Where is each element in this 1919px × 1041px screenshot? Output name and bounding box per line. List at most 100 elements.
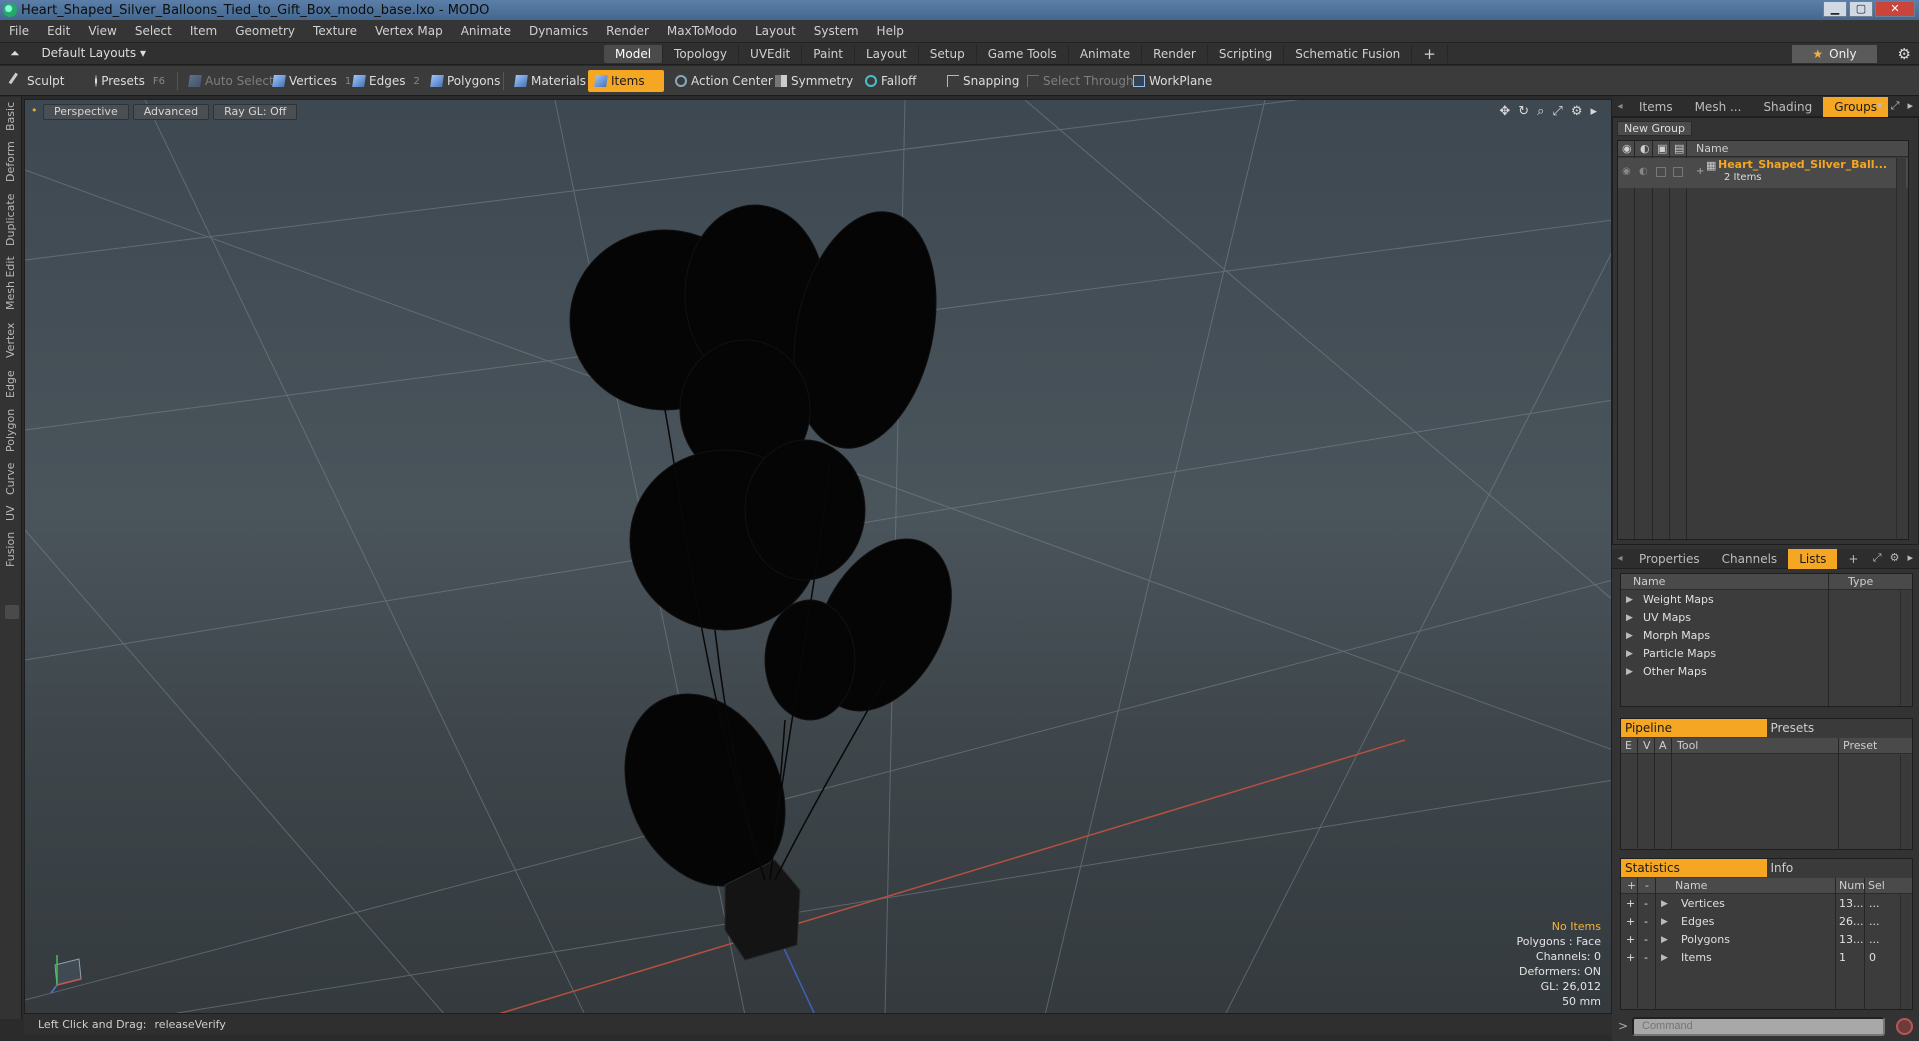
remove-icon[interactable]: - (1644, 913, 1648, 931)
3d-viewport[interactable]: • Perspective Advanced Ray GL: Off ✥ ↻ ⌕… (24, 99, 1612, 1014)
tab-polygon[interactable]: Polygon (0, 405, 22, 455)
default-layouts-dropdown[interactable]: ⏶ Default Layouts ▾ (10, 46, 146, 61)
rotate-icon[interactable]: ↻ (1518, 104, 1529, 119)
list-item[interactable]: ▶ Particle Maps (1621, 645, 1912, 663)
tab-lists[interactable]: Lists (1788, 548, 1838, 569)
visibility-eye-icon[interactable]: ◉ (1622, 166, 1631, 177)
tab-mesh-edit[interactable]: Mesh Edit (0, 255, 22, 311)
close-button[interactable]: ✕ (1875, 1, 1915, 17)
tab-scripting[interactable]: Scripting (1208, 45, 1285, 63)
lists-scrollbar[interactable] (1900, 591, 1910, 705)
symmetry-button[interactable]: Symmetry (768, 70, 860, 92)
minimize-button[interactable]: ▁ (1823, 1, 1847, 17)
menu-system[interactable]: System (805, 24, 868, 38)
menu-layout[interactable]: Layout (746, 24, 805, 38)
settings-icon[interactable]: ⚙ (1571, 104, 1583, 119)
add-tab-button[interactable]: + (1412, 45, 1448, 63)
add-icon[interactable]: + (1626, 913, 1635, 931)
expand-triangle-icon[interactable]: ▶ (1626, 627, 1633, 645)
tab-animate[interactable]: Animate (1069, 45, 1143, 63)
advanced-button[interactable]: Advanced (132, 104, 210, 120)
menu-render[interactable]: Render (597, 24, 658, 38)
fit-icon[interactable]: ⤢ (1552, 104, 1562, 119)
expand-triangle-icon[interactable]: ▶ (1626, 591, 1633, 609)
stats-row[interactable]: + - ▶ Polygons 13... ... (1621, 931, 1912, 949)
snapping-button[interactable]: Snapping (940, 70, 1026, 92)
menu-item[interactable]: Item (181, 24, 226, 38)
falloff-button[interactable]: Falloff (858, 70, 923, 92)
workplane-button[interactable]: WorkPlane (1126, 70, 1219, 92)
tab-fusion[interactable]: Fusion (0, 529, 22, 569)
edges-button[interactable]: Edges 2 (346, 70, 427, 92)
zoom-icon[interactable]: ⌕ (1537, 104, 1544, 119)
remove-icon[interactable]: - (1644, 949, 1648, 967)
statistics-scrollbar[interactable] (1900, 895, 1910, 1009)
new-group-button[interactable]: New Group (1617, 121, 1692, 136)
menu-file[interactable]: File (0, 24, 38, 38)
tab-pipeline[interactable]: Pipeline (1621, 719, 1767, 737)
toolbox-toggle-button[interactable] (5, 605, 19, 619)
vertices-button[interactable]: Vertices 1 (266, 70, 358, 92)
pipeline-scrollbar[interactable] (1900, 755, 1910, 849)
expand-triangle-icon[interactable]: ▶ (1661, 895, 1668, 913)
panel-menu-arrow-icon[interactable]: ▸ (1907, 99, 1913, 113)
tab-setup[interactable]: Setup (919, 45, 977, 63)
groups-scrollbar[interactable] (1896, 158, 1906, 538)
gear-icon[interactable]: ⚙ (1898, 45, 1911, 63)
menu-animate[interactable]: Animate (452, 24, 520, 38)
panel-menu-arrow-icon[interactable]: ▸ (1907, 551, 1913, 565)
add-panel-tab-button[interactable]: + (1837, 549, 1869, 569)
menu-edit[interactable]: Edit (38, 24, 79, 38)
pan-icon[interactable]: ✥ (1499, 104, 1510, 119)
group-name[interactable]: Heart_Shaped_Silver_Ball... (1718, 158, 1887, 171)
tab-items[interactable]: Items (1628, 97, 1684, 117)
expand-plus-icon[interactable]: + (1696, 166, 1704, 177)
tab-basic[interactable]: Basic (0, 101, 22, 131)
tab-uvedit[interactable]: UVEdit (739, 45, 803, 63)
menu-maxtomodo[interactable]: MaxToModo (658, 24, 746, 38)
tab-schematic-fusion[interactable]: Schematic Fusion (1284, 45, 1413, 63)
tab-info[interactable]: Info (1766, 859, 1912, 877)
list-item[interactable]: ▶ UV Maps (1621, 609, 1912, 627)
stats-row[interactable]: + - ▶ Edges 26... ... (1621, 913, 1912, 931)
render-checkbox[interactable] (1656, 167, 1666, 177)
tab-properties[interactable]: Properties (1628, 549, 1711, 569)
action-center-button[interactable]: Action Center (668, 70, 780, 92)
items-button[interactable]: Items (588, 70, 664, 92)
materials-button[interactable]: Materials (508, 70, 593, 92)
tab-uv[interactable]: UV (0, 501, 22, 525)
stats-row[interactable]: + - ▶ Items 1 0 (1621, 949, 1912, 967)
polygons-button[interactable]: Polygons (424, 70, 507, 92)
dropdown-arrow-icon[interactable]: ▾ (1877, 99, 1883, 113)
expand-triangle-icon[interactable]: ▶ (1661, 949, 1668, 967)
tab-mesh[interactable]: Mesh ... (1684, 97, 1753, 117)
menu-help[interactable]: Help (868, 24, 913, 38)
expand-arrow-icon[interactable]: ▸ (1590, 104, 1597, 119)
only-toggle[interactable]: ★ Only (1792, 45, 1877, 63)
add-icon[interactable]: + (1626, 949, 1635, 967)
menu-geometry[interactable]: Geometry (226, 24, 304, 38)
menu-vertex-map[interactable]: Vertex Map (366, 24, 452, 38)
tab-deform[interactable]: Deform (0, 141, 22, 183)
menu-dynamics[interactable]: Dynamics (520, 24, 597, 38)
expand-triangle-icon[interactable]: ▶ (1661, 931, 1668, 949)
select-checkbox[interactable] (1673, 167, 1683, 177)
expand-triangle-icon[interactable]: ▶ (1661, 913, 1668, 931)
tab-topology[interactable]: Topology (663, 45, 740, 63)
maximize-panel-icon[interactable]: ⤢ (1873, 551, 1882, 565)
presets-button[interactable]: Presets F6 (88, 70, 172, 92)
remove-icon[interactable]: - (1644, 931, 1648, 949)
viewport-menu-dot[interactable]: • (31, 104, 39, 120)
add-icon[interactable]: + (1626, 895, 1635, 913)
expand-triangle-icon[interactable]: ▶ (1626, 645, 1633, 663)
maximize-panel-icon[interactable]: ⤢ (1891, 99, 1900, 113)
menu-select[interactable]: Select (126, 24, 181, 38)
tab-edge[interactable]: Edge (0, 367, 22, 401)
raygl-button[interactable]: Ray GL: Off (213, 104, 298, 120)
select-through-button[interactable]: Select Through (1020, 70, 1141, 92)
maximize-button[interactable]: ▢ (1849, 1, 1873, 17)
list-item[interactable]: ▶ Morph Maps (1621, 627, 1912, 645)
command-input[interactable] (1632, 1017, 1885, 1036)
tab-curve[interactable]: Curve (0, 459, 22, 499)
lock-toggle-icon[interactable]: ◐ (1639, 166, 1648, 177)
